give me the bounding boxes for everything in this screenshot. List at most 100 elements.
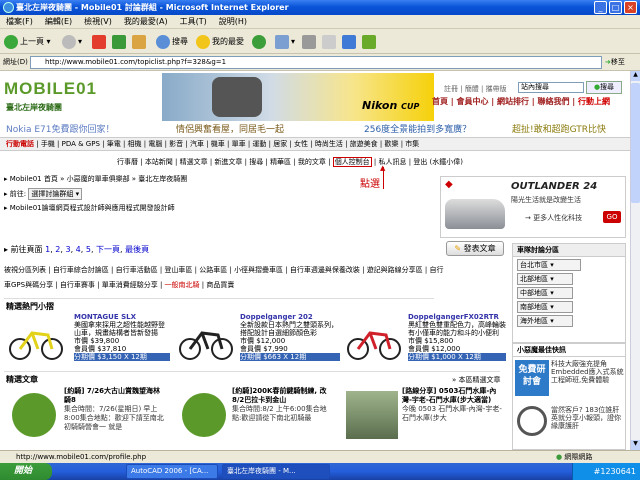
messenger-button[interactable] <box>362 34 378 49</box>
forum-cat[interactable]: 小徑與摺疊車區 <box>234 266 283 274</box>
cat-3[interactable]: PDA & GPS <box>62 140 100 148</box>
cat-4[interactable]: 筆電 <box>107 140 121 148</box>
forum-cat[interactable]: 被視分區列表 <box>4 266 46 274</box>
nav-member[interactable]: 會員中心 <box>457 97 489 106</box>
featured-item[interactable]: [路線分享] 0503石門水庫-內灣-宇老-石門水庫(步大適當) 今晚 0503… <box>342 387 502 450</box>
cat-9[interactable]: 機車 <box>211 140 225 148</box>
news-text[interactable]: 科技大廠強充提角 Embedded應入式系統工程師班,免費體驗 <box>551 360 625 384</box>
subnav-search[interactable]: 搜尋 <box>249 158 263 166</box>
cat-8[interactable]: 汽車 <box>190 140 204 148</box>
start-button[interactable]: 開始 <box>0 463 52 480</box>
scroll-thumb[interactable] <box>631 83 640 203</box>
region-south[interactable]: 南部地區 ▾ <box>517 301 573 313</box>
menu-help[interactable]: 說明(H) <box>213 15 253 29</box>
subnav-featured[interactable]: 精選文章 <box>180 158 208 166</box>
site-search-input[interactable]: 站內搜尋 <box>518 82 584 93</box>
hot-item-name[interactable]: DoppelgangerFX02RTR <box>408 313 506 321</box>
close-button[interactable]: × <box>624 1 637 14</box>
cat-17[interactable]: 市集 <box>405 140 419 148</box>
hot-item-name[interactable]: Doppelganger 202 <box>240 313 340 321</box>
mitsubishi-ad[interactable]: ◆ OUTLANDER 24 陽光生活就是改變生活 → 更多人性化科技 GO <box>440 176 626 238</box>
nav-rank[interactable]: 網站排行 <box>497 97 529 106</box>
cat-6[interactable]: 電腦 <box>148 140 162 148</box>
home-button[interactable] <box>132 34 148 49</box>
go-button[interactable]: ➜移至 <box>605 57 625 67</box>
menu-file[interactable]: 檔案(F) <box>0 15 39 29</box>
ad-link-2[interactable]: 情侶興奮看屋，同居毛一起 <box>176 122 284 135</box>
forum-cat[interactable]: 單車消費經驗分享 <box>102 281 158 289</box>
region-north[interactable]: 北部地區 ▾ <box>517 273 573 285</box>
group-select[interactable]: 選擇討論群組 ▾ <box>28 188 83 200</box>
cat-11[interactable]: 運動 <box>252 140 266 148</box>
subnav-calendar[interactable]: 行事曆 <box>117 158 138 166</box>
scroll-up-icon[interactable]: ▲ <box>631 71 640 81</box>
menu-tools[interactable]: 工具(T) <box>174 15 213 29</box>
task-autocad[interactable]: AutoCAD 2006 - [CA... <box>126 464 218 479</box>
mobile-link[interactable]: 攜帶版 <box>486 85 507 93</box>
region-taipei[interactable]: 台北市區 ▾ <box>517 259 581 271</box>
subnav-essence[interactable]: 精華區 <box>270 158 291 166</box>
vertical-scrollbar[interactable]: ▲ ▼ <box>630 71 640 450</box>
page-5[interactable]: 5 <box>86 245 91 254</box>
outlander-go-button[interactable]: GO <box>603 211 621 223</box>
cat-12[interactable]: 居家 <box>273 140 287 148</box>
seminar-badge[interactable]: 免費研討會 <box>515 360 549 396</box>
featured-item-title[interactable]: [約騎] 7/26大古山賞魏望海林騎8 <box>64 387 164 405</box>
discuss-button[interactable] <box>342 34 358 49</box>
breadcrumb-text[interactable]: Mobile01 首頁 » 小惡魔的單車俱樂部 » 臺北左岸夜騎團 <box>10 175 188 183</box>
forum-cat[interactable]: 一般南北騎 <box>165 281 200 289</box>
cat-7[interactable]: 影音 <box>169 140 183 148</box>
subnav-control-panel[interactable]: 個人控制台 <box>332 157 372 167</box>
ad-link-3[interactable]: 256度全景能拍到多寬廣？ <box>364 122 471 135</box>
minimize-button[interactable]: _ <box>594 1 607 14</box>
page-1[interactable]: 1 <box>45 245 50 254</box>
subnav-logout[interactable]: 登出 (水鐵小偉) <box>413 158 463 166</box>
forum-cat[interactable]: 自行車週邊與保養改裝 <box>290 266 360 274</box>
featured-more-link[interactable]: » 本區精選文章 <box>452 375 501 385</box>
address-input[interactable]: http://www.mobile01.com/topiclist.php?f=… <box>30 56 602 69</box>
page-3[interactable]: 3 <box>65 245 70 254</box>
hot-item-name[interactable]: MONTAGUE SLX <box>74 313 170 321</box>
refresh-button[interactable] <box>112 34 128 49</box>
search-button[interactable]: 搜尋 <box>156 34 188 49</box>
menu-edit[interactable]: 編輯(E) <box>39 15 78 29</box>
history-button[interactable] <box>252 34 268 49</box>
page-2[interactable]: 2 <box>55 245 60 254</box>
featured-item-title[interactable]: [路線分享] 0503石門水庫-內灣-宇老-石門水庫(步大適當) <box>402 387 502 405</box>
post-article-button[interactable]: ✎ 發表文章 <box>446 241 504 256</box>
page-next[interactable]: 下一頁 <box>96 245 120 254</box>
forum-cat[interactable]: 自行 <box>430 266 444 274</box>
simplified-link[interactable]: 簡體 <box>465 85 479 93</box>
subnav-myposts[interactable]: 我的文章 <box>298 158 326 166</box>
news-text[interactable]: 當然客戶? 183位誰肝英就分享小報頭，證你緣康護肝 <box>551 406 625 430</box>
back-button[interactable]: 上一頁 ▾ <box>4 34 51 49</box>
nav-home[interactable]: 首頁 <box>432 97 448 106</box>
cat-2[interactable]: 手機 <box>41 140 55 148</box>
register-link[interactable]: 註冊 <box>444 85 458 93</box>
page-last[interactable]: 最後頁 <box>125 245 149 254</box>
featured-item[interactable]: [約騎] 7/26大古山賞魏望海林騎8 集合時間：7/26(星期日) 早上8:0… <box>4 387 164 450</box>
forum-cat[interactable]: 自行車活動區 <box>116 266 158 274</box>
favorites-button[interactable]: 我的最愛 <box>196 34 244 49</box>
menu-view[interactable]: 檢視(V) <box>78 15 118 29</box>
ad-link-4[interactable]: 超扯!敢和超跑GTR比快 <box>512 122 606 135</box>
site-logo[interactable]: MOBILE01 <box>4 79 97 99</box>
forum-cat[interactable]: 遊記與路線分享區 <box>367 266 423 274</box>
region-overseas[interactable]: 海外地區 ▾ <box>517 315 573 327</box>
ad-link-1[interactable]: Nokia E71免費跟你回家！ <box>6 122 114 135</box>
forum-cat[interactable]: 登山車區 <box>164 266 192 274</box>
nav-contact[interactable]: 聯絡我們 <box>538 97 570 106</box>
mail-button[interactable]: ▾ <box>275 34 295 49</box>
cat-10[interactable]: 單車 <box>232 140 246 148</box>
subnav-newposts[interactable]: 新進文章 <box>214 158 242 166</box>
nav-mobile[interactable]: 行動上網 <box>578 97 610 106</box>
forum-cat[interactable]: 自行車綜合討論區 <box>53 266 109 274</box>
forum-cat[interactable]: 商品買賣 <box>206 281 234 289</box>
forum-cat[interactable]: 公路車區 <box>199 266 227 274</box>
forum-cat[interactable]: 自行車賽事 <box>60 281 95 289</box>
nikon-banner[interactable]: Nikon CUP <box>162 73 434 121</box>
edit-button[interactable] <box>322 34 338 49</box>
cat-5[interactable]: 相機 <box>128 140 142 148</box>
menu-favorites[interactable]: 我的最愛(A) <box>118 15 174 29</box>
featured-item-title[interactable]: [約騎]200K春前鍵騎制練, 改8/2巴拉卡到金山 <box>232 387 332 405</box>
